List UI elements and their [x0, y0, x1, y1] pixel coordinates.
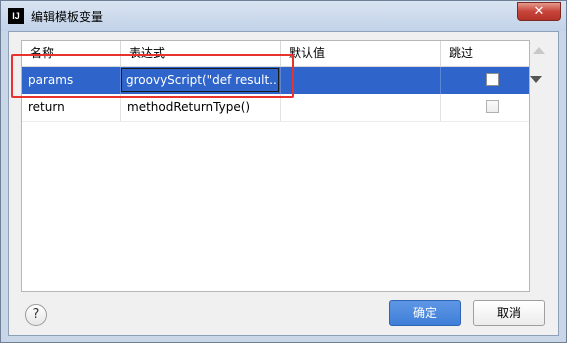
title-bar[interactable]: IJ 编辑模板变量 ✕ [1, 1, 566, 31]
cell-default-value[interactable] [281, 67, 441, 94]
ok-button[interactable]: 确定 [389, 300, 461, 326]
close-icon: ✕ [533, 4, 545, 19]
annotation-highlight-box [11, 54, 294, 98]
close-button[interactable]: ✕ [517, 2, 561, 21]
cell-skip[interactable] [441, 67, 529, 94]
cancel-button[interactable]: 取消 [473, 300, 545, 326]
help-button[interactable]: ? [25, 304, 47, 326]
intellij-icon: IJ [8, 8, 24, 24]
cell-default-value[interactable] [281, 94, 441, 121]
cell-name[interactable]: return [22, 94, 121, 121]
table-row-return[interactable]: return methodReturnType() [22, 94, 529, 122]
skip-checkbox[interactable] [486, 73, 499, 86]
column-header-skip[interactable]: 跳过 [441, 41, 527, 66]
cell-skip[interactable] [441, 94, 529, 121]
dialog-title: 编辑模板变量 [31, 10, 104, 24]
move-down-arrow-icon[interactable] [530, 76, 542, 83]
column-header-default-value[interactable]: 默认值 [281, 41, 441, 66]
move-up-arrow-icon[interactable] [533, 47, 545, 54]
edit-template-variables-dialog: IJ 编辑模板变量 ✕ 名称 表达式 默认值 跳过 params groovyS… [0, 0, 567, 343]
cell-expression[interactable]: methodReturnType() [121, 94, 281, 121]
skip-checkbox[interactable] [486, 100, 499, 113]
